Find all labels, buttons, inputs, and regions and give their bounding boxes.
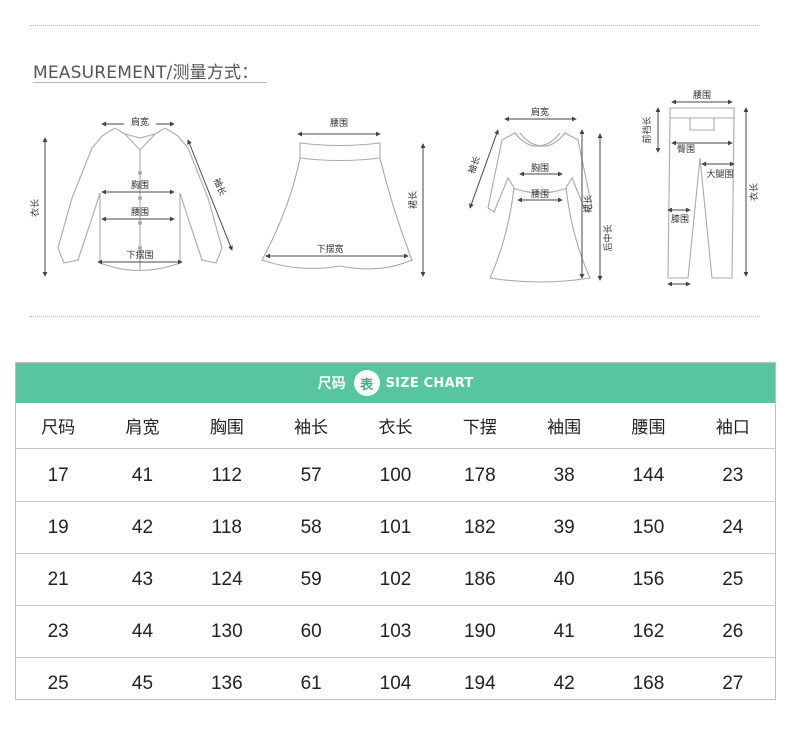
skirt-arrows: [265, 131, 426, 277]
table-cell: 178: [437, 448, 522, 502]
table-cell: 60: [268, 605, 354, 658]
shirt-diagram: [57, 127, 223, 272]
table-cell: 156: [606, 553, 691, 606]
top-divider: [30, 25, 760, 26]
header-chest: 胸围: [184, 403, 269, 449]
table-cell: 186: [437, 553, 522, 606]
table-cell: 44: [100, 605, 185, 658]
shirt-waist-label: 腰围: [131, 207, 149, 218]
table-cell: 23: [690, 448, 775, 502]
header-waist: 腰围: [606, 403, 691, 449]
table-cell: 41: [100, 448, 185, 502]
dress-waist-label: 腰围: [531, 189, 549, 200]
table-cell: 38: [521, 448, 607, 502]
table-cell: 17: [16, 448, 101, 502]
size-table: 尺码 肩宽 胸围 袖长 衣长 下摆 袖围 腰围 袖口 17 41 112 57 100 1…: [16, 403, 775, 709]
pants-waist-label: 腰围: [693, 90, 711, 101]
table-cell: 59: [268, 553, 354, 606]
table-cell: 21: [16, 553, 101, 606]
table-cell: 39: [521, 501, 607, 554]
header-shoulder: 肩宽: [100, 403, 185, 449]
table-cell: 61: [300, 672, 322, 694]
table-cell: 150: [606, 501, 691, 554]
table-cell: 118: [184, 501, 269, 554]
table-cell: 102: [353, 553, 438, 606]
table-row: 25 45 136 61 104 194 42 168 27: [16, 658, 775, 710]
table-cell: 162: [606, 605, 691, 658]
table-cell: 19: [16, 501, 101, 554]
skirt-waist-label: 腰围: [330, 118, 348, 129]
table-cell: 124: [184, 553, 269, 606]
table-cell: 58: [268, 501, 354, 554]
table-cell: 144: [606, 448, 691, 502]
heading-underline: [33, 82, 267, 83]
table-cell: 103: [353, 605, 438, 658]
dress-skirt-length-label: 裙长: [582, 195, 594, 213]
table-row: 19 42 118 58 101 182 39 150 24: [16, 501, 775, 554]
shirt-chest-label: 胸围: [131, 179, 149, 191]
table-cell: 136: [210, 672, 243, 694]
table-cell: 130: [184, 605, 269, 658]
shirt-sleeve-label: 袖长: [211, 176, 229, 197]
measurement-diagrams: 肩宽 胸围 腰围 下摆围 衣长 袖长 腰围 下摆宽 裙长 肩宽 胸围 腰围 袖长…: [0, 88, 790, 300]
header-sleeve-width: 袖围: [521, 403, 607, 449]
table-cell: 100: [353, 448, 438, 502]
size-chart-banner: 尺码 表 SIZE CHART: [16, 363, 775, 403]
dress-sleeve-label: 袖长: [465, 154, 482, 175]
middle-divider: [30, 316, 760, 317]
shirt-shoulder-label: 肩宽: [131, 116, 149, 128]
pants-length-label: 衣长: [748, 183, 760, 201]
banner-table-badge: 表: [353, 370, 380, 396]
size-table-header-row: 尺码 肩宽 胸围 袖长 衣长 下摆 袖围 腰围 袖口: [16, 403, 775, 449]
skirt-length-label: 裙长: [407, 191, 419, 209]
banner-size-chart-text: SIZE CHART: [385, 375, 474, 391]
header-size: 尺码: [16, 403, 101, 449]
dress-chest-label: 胸围: [531, 162, 549, 174]
table-cell: 43: [100, 553, 185, 606]
header-length: 衣长: [353, 403, 438, 449]
header-hem: 下摆: [437, 403, 522, 449]
table-cell: 190: [437, 605, 522, 658]
dress-shoulder-label: 肩宽: [531, 106, 549, 118]
table-row: 21 43 124 59 102 186 40 156 25: [16, 553, 775, 606]
table-cell: 182: [437, 501, 522, 554]
pants-thigh-label: 大腿围: [706, 168, 733, 180]
skirt-hem-label: 下摆宽: [316, 243, 343, 255]
table-cell: 45: [131, 672, 154, 694]
table-cell: 26: [690, 605, 775, 658]
table-cell: 27: [722, 672, 744, 694]
measurement-heading: MEASUREMENT/测量方式：: [33, 63, 259, 83]
table-cell: 25: [690, 553, 775, 606]
header-sleeve-length: 袖长: [268, 403, 354, 449]
size-chart: 尺码 表 SIZE CHART 尺码 肩宽 胸围 袖长 衣长 下摆 袖围 腰围 …: [15, 362, 776, 700]
pants-knee-label: 膝围: [671, 213, 689, 225]
shirt-length-label: 衣长: [29, 199, 41, 217]
table-cell: 24: [690, 501, 775, 554]
size-table-body: 17 41 112 57 100 178 38 144 23 19 42 118 58 101 182 39 1…: [16, 448, 775, 710]
pants-front-rise-label: 前裆长: [641, 116, 653, 143]
shirt-hem-label: 下摆围: [126, 249, 153, 261]
table-cell: 41: [521, 605, 607, 658]
table-row: 23 44 130 60 103 190 41 162 26: [16, 605, 775, 658]
dress-diagram: [487, 132, 593, 283]
table-cell: 25: [47, 672, 69, 694]
dress-back-length-label: 后中长: [602, 224, 614, 251]
table-cell: 40: [521, 553, 607, 606]
table-cell: 112: [184, 448, 269, 502]
table-cell: 168: [632, 672, 665, 694]
pants-diagram: [667, 107, 735, 279]
table-cell: 101: [353, 501, 438, 554]
table-cell: 57: [268, 448, 354, 502]
header-cuff: 袖口: [690, 403, 775, 449]
table-row: 17 41 112 57 100 178 38 144 23: [16, 448, 775, 502]
table-cell: 42: [100, 501, 185, 554]
banner-size-text: 尺码: [317, 376, 346, 392]
table-cell: 104: [379, 672, 412, 694]
pants-hip-label: 臀围: [677, 144, 695, 155]
table-cell: 42: [553, 672, 575, 694]
table-cell: 194: [463, 672, 496, 694]
table-cell: 23: [16, 605, 101, 658]
